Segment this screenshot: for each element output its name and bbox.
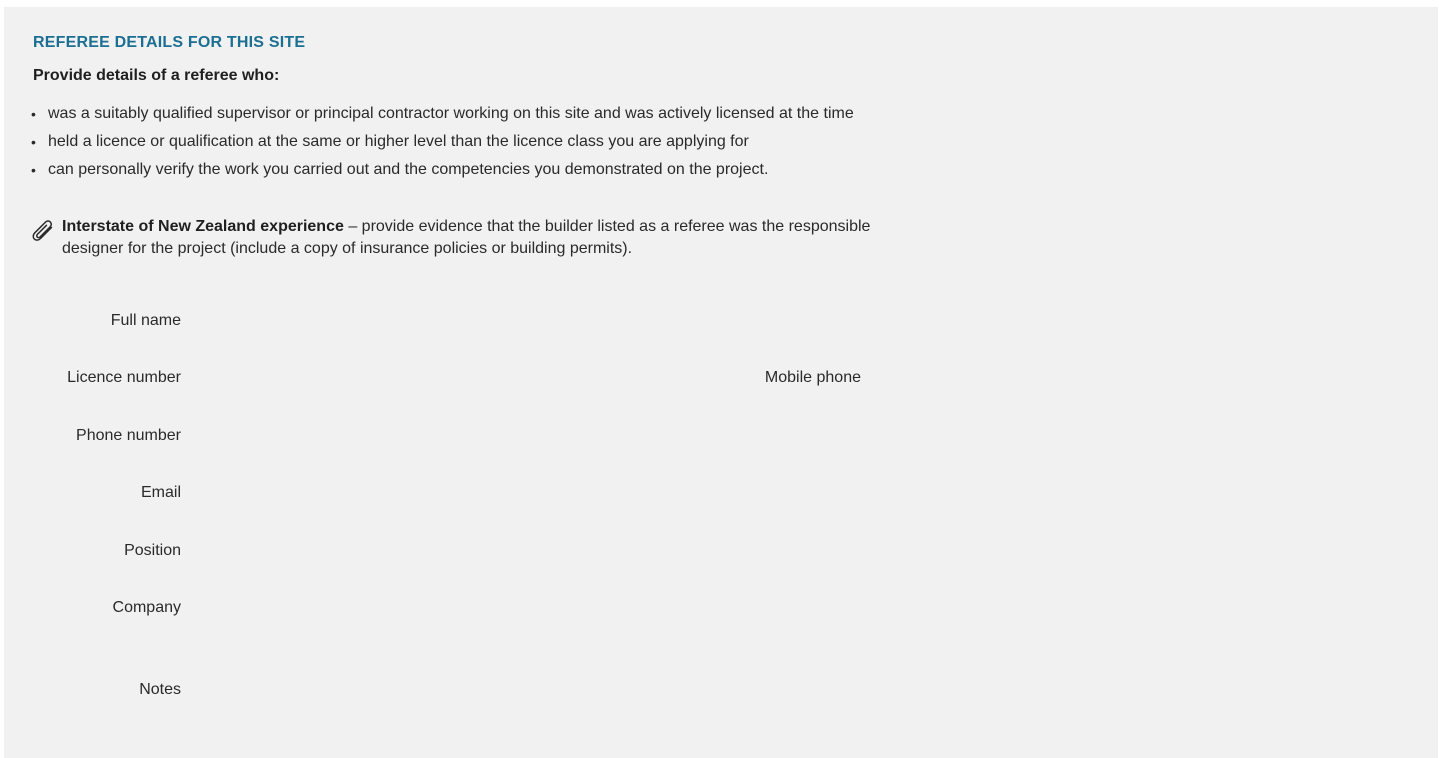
notes-field[interactable]	[194, 647, 1398, 741]
notes-label: Notes	[139, 681, 181, 698]
phone-number-label: Phone number	[76, 427, 181, 444]
referee-criteria-list: was a suitably qualified supervisor or p…	[29, 100, 854, 184]
section-title: REFEREE DETAILS FOR THIS SITE	[33, 34, 306, 51]
company-field[interactable]	[194, 594, 1398, 626]
email-label: Email	[140, 484, 181, 501]
referee-details-panel: REFEREE DETAILS FOR THIS SITE Provide de…	[4, 7, 1438, 758]
full-name-field[interactable]	[194, 307, 1398, 339]
criteria-item: can personally verify the work you carri…	[29, 156, 854, 184]
email-field[interactable]	[194, 479, 1398, 511]
criteria-item: was a suitably qualified supervisor or p…	[29, 100, 854, 128]
paperclip-icon	[32, 220, 53, 241]
licence-number-field[interactable]	[194, 364, 708, 396]
position-label: Position	[124, 542, 181, 559]
criteria-item: held a licence or qualification at the s…	[29, 128, 854, 156]
note-title: Interstate of New Zealand experience	[62, 218, 344, 235]
intro-text: Provide details of a referee who:	[33, 67, 280, 84]
mobile-phone-label: Mobile phone	[764, 369, 861, 386]
mobile-phone-field[interactable]	[874, 364, 1398, 396]
note-text: Interstate of New Zealand experience – p…	[62, 216, 902, 260]
licence-number-label: Licence number	[67, 369, 181, 386]
position-field[interactable]	[194, 537, 1398, 569]
full-name-label: Full name	[110, 312, 181, 329]
phone-number-field[interactable]	[194, 422, 708, 454]
company-label: Company	[112, 599, 181, 616]
